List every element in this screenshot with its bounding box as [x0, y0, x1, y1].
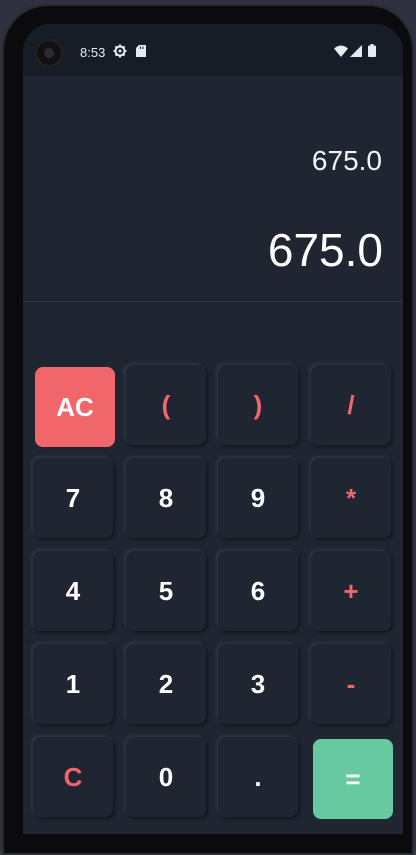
signal-icon	[350, 45, 362, 57]
decimal-point-button[interactable]: .	[218, 737, 298, 817]
minus-button[interactable]: -	[311, 644, 391, 724]
expression-text: 675.0	[311, 145, 382, 176]
status-time: 8:53	[80, 45, 106, 60]
four-button[interactable]: 4	[33, 551, 113, 631]
front-camera	[37, 41, 61, 65]
calculator-display: 675.0 675.0	[23, 76, 403, 301]
battery-icon	[368, 44, 376, 57]
result-text: 675.0	[267, 224, 383, 276]
plus-button[interactable]: +	[311, 551, 391, 631]
open-paren-button[interactable]: (	[126, 365, 206, 445]
close-paren-button[interactable]: )	[218, 365, 298, 445]
two-button[interactable]: 2	[126, 644, 206, 724]
all-clear-button[interactable]: AC	[35, 367, 115, 447]
divide-button[interactable]: /	[311, 365, 391, 445]
clear-button[interactable]: C	[33, 737, 113, 817]
seven-button[interactable]: 7	[33, 458, 113, 538]
one-button[interactable]: 1	[33, 644, 113, 724]
six-button[interactable]: 6	[218, 551, 298, 631]
zero-button[interactable]: 0	[126, 737, 206, 817]
phone-frame: 8:53 675.0 675.0 AC () / 7 8 9 * 4 5 6 …	[2, 4, 414, 855]
equals-button[interactable]: =	[313, 739, 393, 819]
calculator-screen: 8:53 675.0 675.0 AC () / 7 8 9 * 4 5 6 …	[23, 24, 403, 834]
eight-button[interactable]: 8	[126, 458, 206, 538]
nine-button[interactable]: 9	[218, 458, 298, 538]
wifi-icon	[334, 45, 348, 57]
keypad: AC ( ) / 7 8 9 * 4 5 6 + 1 2 3 - C 0 . =	[23, 302, 403, 834]
multiply-button[interactable]: *	[311, 458, 391, 538]
three-button[interactable]: 3	[218, 644, 298, 724]
status-bar: 8:53	[23, 24, 403, 76]
five-button[interactable]: 5	[126, 551, 206, 631]
sd-card-icon	[136, 45, 146, 57]
gear-icon	[113, 44, 127, 58]
